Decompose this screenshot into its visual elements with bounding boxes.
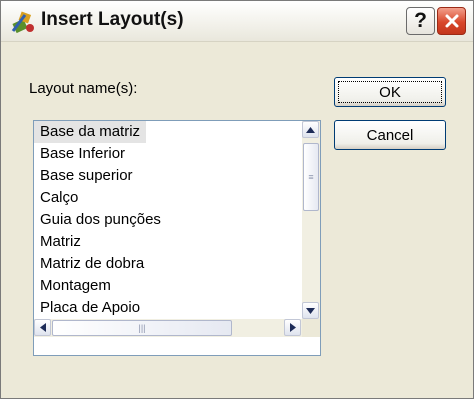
vertical-scrollbar[interactable]: ≡ [302, 121, 320, 319]
horizontal-scrollbar[interactable]: ||| [34, 319, 302, 337]
list-item-label: Base Inferior [40, 145, 126, 162]
scroll-left-button[interactable] [34, 319, 51, 336]
vertical-scroll-thumb[interactable]: ≡ [303, 143, 319, 211]
grip-icon: ≡ [308, 171, 314, 182]
list-item-label: Matriz [40, 233, 81, 250]
list-item[interactable]: Matriz de dobra [34, 253, 302, 275]
layout-names-label: Layout name(s): [29, 80, 138, 97]
list-item-label: Base da matriz [34, 121, 147, 143]
scroll-up-button[interactable] [302, 121, 319, 138]
help-button[interactable]: ? [406, 7, 435, 35]
layout-listbox[interactable]: Base da matriz Base Inferior Base superior… [33, 120, 321, 356]
list-item[interactable]: Base superior [34, 165, 302, 187]
list-item-label: Guia dos punções [40, 211, 161, 228]
list-item[interactable]: Base da matriz [34, 121, 302, 143]
list-item[interactable]: Matriz [34, 231, 302, 253]
list-item-label: Base superior [40, 167, 133, 184]
close-button[interactable] [437, 7, 466, 35]
horizontal-scroll-thumb[interactable]: ||| [52, 320, 232, 336]
grip-icon: ||| [138, 322, 146, 333]
help-icon: ? [414, 9, 427, 32]
list-item-label: Montagem [40, 277, 111, 294]
window-title: Insert Layout(s) [41, 9, 184, 30]
layout-list: Base da matriz Base Inferior Base superior… [34, 121, 302, 319]
list-item-label: Placa de Apoio [40, 299, 141, 316]
list-item[interactable]: Guia dos punções [34, 209, 302, 231]
scroll-right-button[interactable] [284, 319, 301, 336]
arrow-up-icon [306, 126, 315, 133]
scroll-down-button[interactable] [302, 302, 319, 319]
app-icon [11, 9, 37, 35]
cancel-button-label: Cancel [366, 126, 414, 144]
arrow-left-icon [39, 323, 46, 332]
list-item[interactable]: Base Inferior [34, 143, 302, 165]
list-item[interactable]: Montagem [34, 275, 302, 297]
list-item-label: Calço [40, 189, 79, 206]
title-bar[interactable]: Insert Layout(s) ? [1, 1, 473, 42]
cancel-button[interactable]: Cancel [334, 120, 446, 150]
arrow-right-icon [289, 323, 296, 332]
ok-button[interactable]: OK [334, 77, 446, 107]
arrow-down-icon [306, 307, 315, 314]
scrollbar-corner [302, 319, 320, 337]
dialog-body: Layout name(s): Base da matriz Base Infer… [1, 42, 473, 398]
list-item[interactable]: Placa de Apoio [34, 297, 302, 319]
focus-ring [338, 81, 442, 103]
insert-layouts-dialog: Insert Layout(s) ? Layout name(s): Base … [0, 0, 474, 399]
list-item-label: Matriz de dobra [40, 255, 145, 272]
close-icon [445, 14, 458, 28]
list-item[interactable]: Calço [34, 187, 302, 209]
